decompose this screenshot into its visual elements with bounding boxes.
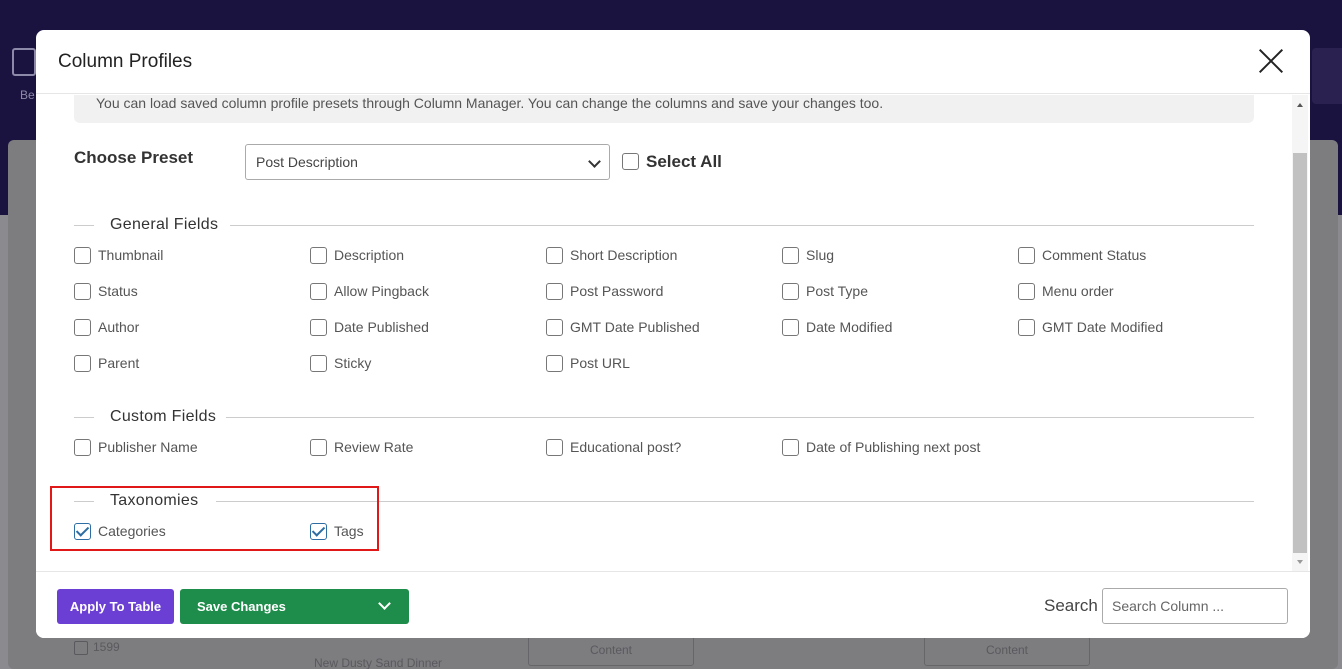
field-label: Parent — [98, 355, 140, 371]
checkbox[interactable] — [1018, 247, 1035, 264]
search-label: Search — [1044, 596, 1098, 615]
section-divider — [226, 417, 1254, 418]
table-icon — [12, 48, 36, 76]
checkbox[interactable] — [622, 153, 639, 170]
field-label: Comment Status — [1042, 247, 1147, 263]
field-label: Date of Publishing next post — [806, 439, 981, 455]
section-divider — [74, 417, 94, 418]
checkbox[interactable] — [546, 247, 563, 264]
background-content-button: Content — [528, 636, 694, 666]
checkbox[interactable] — [74, 355, 91, 372]
field-label: Post Password — [570, 283, 664, 299]
modal-footer: Apply To Table Save Changes Search — [36, 571, 1310, 638]
background-side-label: Be — [20, 88, 35, 102]
scrollbar-thumb[interactable] — [1293, 153, 1307, 553]
checkbox[interactable] — [74, 283, 91, 300]
field-label: Date Published — [334, 319, 429, 335]
field-label: Date Modified — [806, 319, 893, 335]
checkbox[interactable] — [546, 355, 563, 372]
checkbox[interactable] — [1018, 283, 1035, 300]
modal-header: Column Profiles — [36, 30, 1310, 94]
background-row-id: 1599 — [93, 640, 120, 654]
chevron-down-icon[interactable] — [378, 597, 391, 610]
checkbox[interactable] — [74, 247, 91, 264]
preset-select[interactable]: Post Description — [245, 144, 610, 180]
field-label: Publisher Name — [98, 439, 198, 455]
checkbox[interactable] — [546, 283, 563, 300]
section-divider — [230, 225, 1254, 226]
scroll-down-icon[interactable] — [1297, 560, 1303, 564]
field-label: Slug — [806, 247, 835, 263]
field-label: Menu order — [1042, 283, 1114, 299]
checkbox[interactable] — [310, 319, 327, 336]
info-box: You can load saved column profile preset… — [74, 95, 1254, 123]
modal-title: Column Profiles — [58, 51, 193, 72]
checkbox[interactable] — [74, 439, 91, 456]
save-changes-label: Save Changes — [197, 599, 286, 614]
section-title-general: General Fields — [110, 216, 219, 233]
checkbox[interactable] — [310, 247, 327, 264]
save-changes-button[interactable]: Save Changes — [180, 589, 409, 624]
taxonomies-highlight — [50, 486, 379, 551]
checkbox[interactable] — [782, 283, 799, 300]
field-label: Short Description — [570, 247, 678, 263]
field-label: GMT Date Modified — [1042, 319, 1164, 335]
chevron-down-icon — [588, 155, 601, 168]
background-content-button: Content — [924, 636, 1090, 666]
field-label: Educational post? — [570, 439, 682, 455]
column-profiles-modal: Column Profiles You can load saved colum… — [36, 30, 1310, 638]
checkbox[interactable] — [546, 439, 563, 456]
field-label: GMT Date Published — [570, 319, 700, 335]
section-divider — [74, 225, 94, 226]
background-row-title: New Dusty Sand Dinner — [314, 656, 443, 669]
checkbox[interactable] — [310, 439, 327, 456]
info-text: You can load saved column profile preset… — [96, 95, 884, 111]
apply-to-table-button[interactable]: Apply To Table — [57, 589, 174, 624]
background-right-button — [1312, 48, 1342, 104]
checkbox[interactable] — [546, 319, 563, 336]
scroll-up-icon[interactable] — [1297, 103, 1303, 107]
preset-selected-value: Post Description — [256, 154, 358, 170]
field-label: Sticky — [334, 355, 372, 371]
checkbox[interactable] — [310, 283, 327, 300]
scrollbar[interactable] — [1292, 95, 1308, 571]
field-label: Description — [334, 247, 405, 263]
modal-body: You can load saved column profile preset… — [36, 95, 1310, 571]
checkbox[interactable] — [782, 247, 799, 264]
field-label: Post URL — [570, 355, 630, 371]
checkbox[interactable] — [310, 355, 327, 372]
checkbox[interactable] — [782, 439, 799, 456]
choose-preset-label: Choose Preset — [74, 148, 194, 167]
checkbox[interactable] — [1018, 319, 1035, 336]
select-all-label: Select All — [646, 152, 722, 171]
section-title-custom: Custom Fields — [110, 408, 217, 425]
field-label: Author — [98, 319, 140, 335]
close-icon[interactable] — [1258, 48, 1284, 74]
field-label: Post Type — [806, 283, 869, 299]
checkbox[interactable] — [74, 319, 91, 336]
field-label: Review Rate — [334, 439, 414, 455]
checkbox[interactable] — [782, 319, 799, 336]
field-label: Allow Pingback — [334, 283, 429, 299]
field-label: Thumbnail — [98, 247, 164, 263]
field-label: Status — [98, 283, 138, 299]
background-row-checkbox — [74, 641, 88, 655]
search-column-input[interactable] — [1102, 588, 1288, 624]
